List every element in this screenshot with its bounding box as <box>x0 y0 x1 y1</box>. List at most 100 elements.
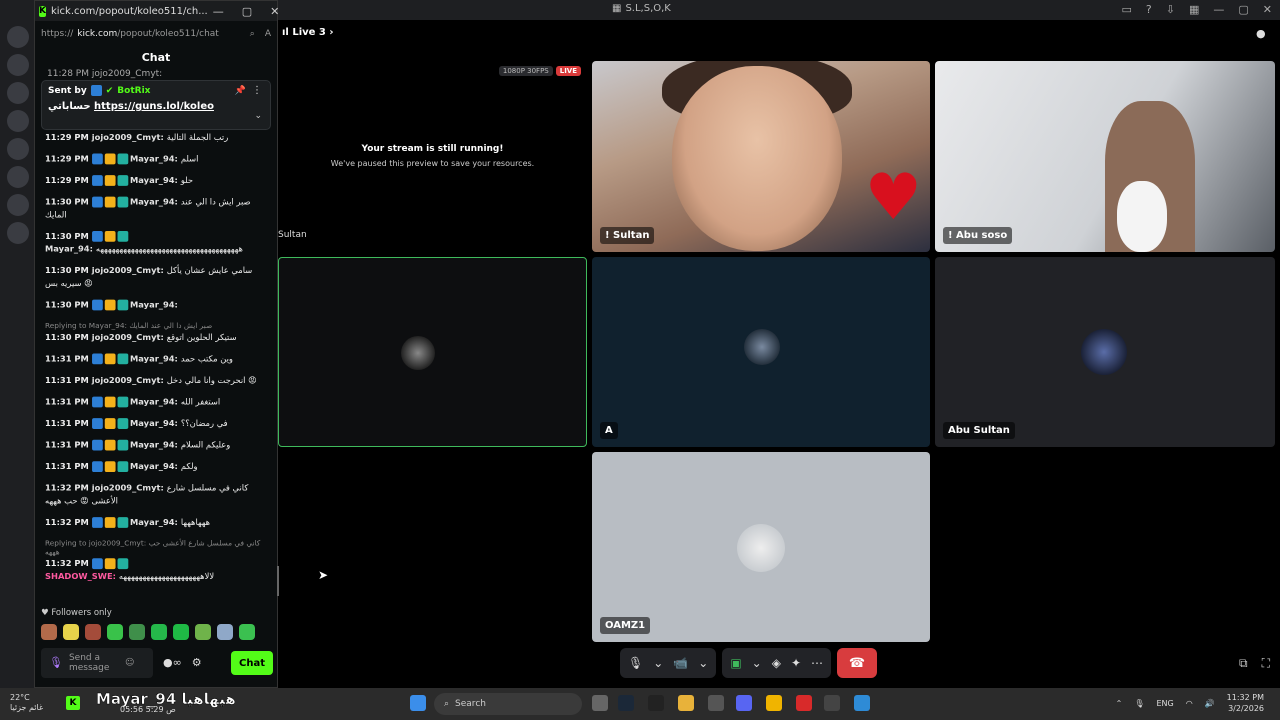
message-username[interactable]: Mayar_94: <box>130 398 178 408</box>
message-username[interactable]: Mayar_94: <box>130 441 178 451</box>
updates-icon[interactable]: ▦ <box>1189 3 1199 16</box>
message-username[interactable]: Mayar_94: <box>130 198 178 208</box>
emoji-icon[interactable]: ☺ <box>125 658 134 668</box>
close-button[interactable]: ✕ <box>1263 3 1272 16</box>
maximize-button[interactable]: ▢ <box>1238 3 1248 16</box>
chat-message[interactable]: 11:30 PM jojo2009_Cmyt: سامي عايش عشان يأك… <box>45 265 268 290</box>
server-icon-5[interactable] <box>7 138 29 160</box>
popout-icon[interactable]: ⧉ <box>1239 656 1248 671</box>
chat-message[interactable]: 11:29 PM Mayar_94: حلو <box>45 175 268 188</box>
fullscreen-icon[interactable]: ⛶ <box>1262 656 1270 671</box>
minimize-button[interactable]: — <box>213 5 224 18</box>
chat-message[interactable]: 11:30 PM Mayar_94: صبر ايش دا الي عند الما… <box>45 196 268 222</box>
start-icon[interactable] <box>410 695 426 711</box>
taskbar-search[interactable]: ⌕ Search <box>434 693 582 715</box>
acrobat-icon[interactable] <box>796 695 812 711</box>
message-username[interactable]: Mayar_94: <box>130 419 178 429</box>
voice-tile-abu-sultan[interactable]: Abu Sultan <box>935 257 1275 447</box>
kick-app-icon[interactable]: K <box>66 696 80 710</box>
message-username[interactable]: Mayar_94: <box>130 354 178 364</box>
message-username[interactable]: Mayar_94: <box>130 462 178 472</box>
server-icon-4[interactable] <box>7 110 29 132</box>
more-icon[interactable]: ⋯ <box>811 656 823 670</box>
chat-message[interactable]: 11:30 PM Mayar_94: ههههههههههههههههههههههه… <box>45 230 268 256</box>
discord-icon[interactable] <box>736 695 752 711</box>
chat-message[interactable]: 11:31 PM Mayar_94: في رمضان؟؟ <box>45 418 268 431</box>
message-username[interactable]: Mayar_94: <box>130 301 178 311</box>
camera-icon[interactable]: 📹 <box>673 656 688 670</box>
message-input[interactable]: Send a message <box>69 653 119 673</box>
chat-message[interactable]: 11:31 PM Mayar_94: استغفر الله <box>45 396 268 410</box>
voice-tile-oamz1[interactable]: OAMZ1 <box>592 452 930 642</box>
pinned-message[interactable]: Sent by ✔ BotRix حساباتي https://guns.lo… <box>41 80 271 130</box>
emote-icon[interactable] <box>107 624 123 640</box>
message-username[interactable]: Mayar_94: <box>130 176 178 186</box>
chat-message[interactable]: 11:29 PM jojo2009_Cmyt: رتب الجملة التالية <box>45 132 268 145</box>
chevron-down-icon[interactable]: ⌄ <box>254 111 262 121</box>
chat-message[interactable]: 11:31 PM Mayar_94: وين مكتب حمد <box>45 353 268 366</box>
volume-icon[interactable]: 🔊 <box>1205 699 1215 708</box>
emote-icon[interactable] <box>41 624 57 640</box>
task-view-icon[interactable] <box>592 695 608 711</box>
maximize-button[interactable]: ▢ <box>242 5 252 18</box>
voice-tile-speaking[interactable] <box>278 257 587 447</box>
clock[interactable]: 11:32 PM 3/2/2026 <box>1227 692 1264 714</box>
microphone-icon[interactable]: 🎙 <box>1134 699 1144 708</box>
chat-scrollbar[interactable] <box>277 566 279 596</box>
stream-preview-tile[interactable]: 1080P 30FPS LIVE Your stream is still ru… <box>278 61 587 252</box>
message-username[interactable]: jojo2009_Cmyt: <box>92 484 164 494</box>
chrome-icon[interactable] <box>824 695 840 711</box>
edge-icon[interactable] <box>854 695 870 711</box>
emote-icon[interactable] <box>217 624 233 640</box>
microphone-icon[interactable]: 🎙 <box>628 656 643 670</box>
emote-icon[interactable] <box>151 624 167 640</box>
app-icon[interactable] <box>766 695 782 711</box>
wifi-icon[interactable]: ◠ <box>1186 699 1193 708</box>
message-username[interactable]: SHADOW_SWE: <box>45 572 116 582</box>
steam-icon[interactable] <box>618 695 634 711</box>
message-username[interactable]: Mayar_94: <box>130 518 178 528</box>
emote-icon[interactable] <box>129 624 145 640</box>
emote-icon[interactable] <box>195 624 211 640</box>
read-aloud-icon[interactable]: A <box>265 29 271 39</box>
chat-message[interactable]: 11:29 PM Mayar_94: اسلم <box>45 153 268 167</box>
language-indicator[interactable]: ENG <box>1156 699 1173 708</box>
inbox-icon[interactable]: ▭ <box>1122 3 1132 16</box>
chat-message[interactable]: 11:30 PM Mayar_94: <box>45 299 268 313</box>
video-tile-abu-soso[interactable]: ! Abu soso <box>935 61 1275 252</box>
soundboard-icon[interactable]: ✦ <box>791 656 801 670</box>
settings-icon[interactable] <box>708 695 724 711</box>
reply-context[interactable]: Replying to Mayar_94: صبر ايش دا الي عند… <box>45 321 268 330</box>
chevron-up-icon[interactable]: ⌃ <box>1116 699 1123 708</box>
server-icon-3[interactable] <box>7 82 29 104</box>
message-username[interactable]: jojo2009_Cmyt: <box>92 376 164 386</box>
close-button[interactable]: ✕ <box>270 5 279 18</box>
gear-icon[interactable]: ⚙ <box>192 656 202 669</box>
chat-message[interactable]: 11:32 PM jojo2009_Cmyt: كاني في مسلسل شارع… <box>45 483 268 508</box>
emote-icon[interactable] <box>173 624 189 640</box>
chevron-down-icon[interactable]: ⌄ <box>752 656 762 670</box>
chevron-down-icon[interactable]: ⌄ <box>698 656 708 670</box>
chevron-down-icon[interactable]: ⌄ <box>653 656 663 670</box>
emote-icon[interactable] <box>239 624 255 640</box>
screen-share-icon[interactable]: ▣ <box>730 656 741 670</box>
pin-icon[interactable]: 📌 <box>235 86 246 96</box>
epic-games-icon[interactable] <box>648 695 664 711</box>
disconnect-button[interactable]: ☎ <box>837 648 878 678</box>
chat-message[interactable]: Replying to jojo2009_Cmyt: كاني في مسلسل… <box>45 539 268 584</box>
emote-icon[interactable] <box>85 624 101 640</box>
chat-bubble-icon[interactable]: ● <box>1256 27 1268 40</box>
zoom-icon[interactable]: ⌕ <box>250 29 255 39</box>
chat-message[interactable]: 11:32 PM Mayar_94: هههاههها <box>45 517 268 530</box>
microphone-icon[interactable]: 🎙 <box>49 657 63 668</box>
send-chat-button[interactable]: Chat <box>231 651 273 675</box>
address-bar[interactable]: https://kick.com/popout/koleo511/chat ⌕ A <box>41 23 271 45</box>
server-icon-7[interactable] <box>7 194 29 216</box>
chat-message[interactable]: Replying to Mayar_94: صبر ايش دا الي عند… <box>45 321 268 345</box>
chat-message[interactable]: 11:31 PM jojo2009_Cmyt: انحرجت وانا مالي د… <box>45 375 268 388</box>
message-username[interactable]: jojo2009_Cmyt: <box>92 333 164 343</box>
server-icon-8[interactable] <box>7 222 29 244</box>
weather-widget[interactable]: 22°C غائم جزئيا <box>10 693 43 713</box>
chat-message[interactable]: 11:31 PM Mayar_94: وعليكم السلام <box>45 439 268 453</box>
emote-icon[interactable] <box>63 624 79 640</box>
